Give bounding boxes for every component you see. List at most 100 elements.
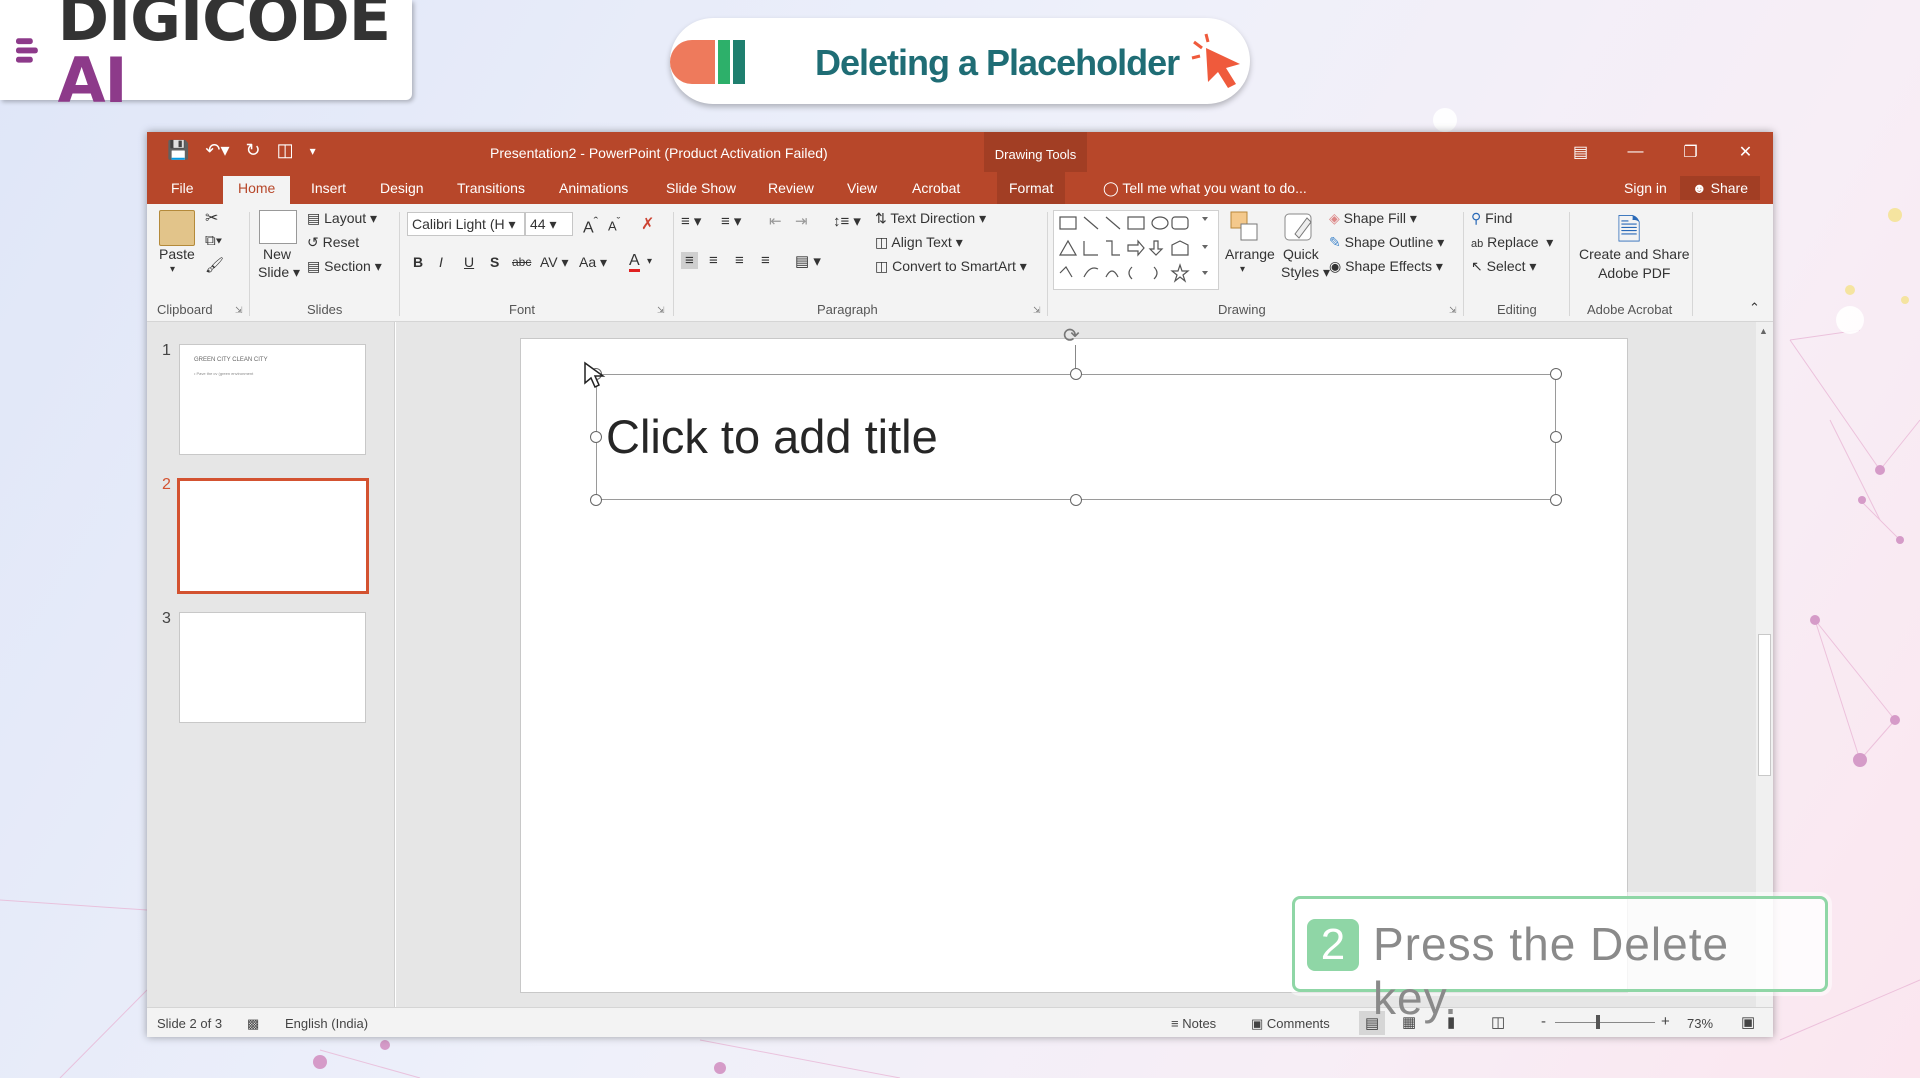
start-from-beginning-icon[interactable]: ◫: [277, 140, 294, 161]
reset-button[interactable]: ↺ Reset: [307, 234, 359, 251]
save-icon[interactable]: 💾: [167, 140, 189, 161]
shape-effects-button[interactable]: ◉ Shape Effects ▾: [1329, 258, 1443, 275]
underline-button[interactable]: U: [464, 254, 474, 270]
spell-check-icon[interactable]: ▩: [247, 1016, 259, 1032]
title-placeholder[interactable]: Click to add title ⟳: [590, 325, 1562, 506]
shadow-button[interactable]: S: [490, 254, 499, 270]
resize-handle-bottom-right[interactable]: [1550, 494, 1562, 506]
layout-button[interactable]: ▤ Layout ▾: [307, 210, 377, 227]
numbering-icon[interactable]: ≡ ▾: [721, 212, 741, 230]
italic-button[interactable]: I: [439, 254, 443, 270]
restore-icon[interactable]: ❐: [1663, 132, 1718, 172]
arrange-icon[interactable]: [1229, 210, 1261, 244]
copy-icon[interactable]: ⧉▾: [205, 232, 222, 249]
align-center-icon[interactable]: ≡: [709, 252, 718, 269]
minimize-icon[interactable]: —: [1608, 132, 1663, 172]
tab-transitions[interactable]: Transitions: [457, 180, 525, 196]
redo-icon[interactable]: ↻: [246, 140, 261, 161]
paragraph-launcher-icon[interactable]: ⇲: [1033, 305, 1041, 316]
share-button[interactable]: ☻ Share: [1680, 176, 1760, 200]
sign-in-link[interactable]: Sign in: [1624, 180, 1667, 196]
section-button[interactable]: ▤ Section ▾: [307, 258, 382, 275]
tab-format[interactable]: Format: [997, 172, 1066, 204]
tab-slide-show[interactable]: Slide Show: [666, 180, 736, 196]
tab-insert[interactable]: Insert: [311, 180, 346, 196]
grow-font-button[interactable]: Aˆ: [583, 214, 598, 237]
clear-formatting-icon[interactable]: ✗: [641, 214, 654, 234]
find-button[interactable]: ⚲ Find: [1471, 210, 1512, 227]
font-color-dropdown-icon[interactable]: ▾: [647, 256, 652, 267]
character-spacing-button[interactable]: AV ▾: [540, 254, 569, 271]
close-icon[interactable]: ✕: [1718, 132, 1773, 172]
tab-file[interactable]: File: [171, 180, 194, 196]
paste-dropdown-icon[interactable]: ▾: [170, 264, 175, 275]
columns-icon[interactable]: ▤ ▾: [795, 252, 821, 270]
tab-home[interactable]: Home: [223, 176, 291, 204]
shape-fill-button[interactable]: ◈ Shape Fill ▾: [1329, 210, 1417, 227]
arrange-button[interactable]: Arrange: [1225, 246, 1275, 262]
resize-handle-bottom[interactable]: [1070, 494, 1082, 506]
scroll-up-icon[interactable]: ▲: [1759, 326, 1768, 336]
current-slide[interactable]: Click to add title ⟳: [520, 325, 1628, 993]
drawing-launcher-icon[interactable]: ⇲: [1449, 305, 1457, 316]
new-slide-button[interactable]: Slide ▾: [258, 264, 300, 281]
increase-indent-icon[interactable]: ⇥: [795, 212, 808, 230]
tab-review[interactable]: Review: [768, 180, 814, 196]
quick-styles-button[interactable]: Styles ▾: [1281, 264, 1330, 281]
tab-design[interactable]: Design: [380, 180, 424, 196]
justify-icon[interactable]: ≡: [761, 252, 770, 269]
resize-handle-right[interactable]: [1550, 431, 1562, 443]
bold-button[interactable]: B: [413, 254, 423, 270]
quick-styles-icon[interactable]: [1281, 210, 1317, 244]
shape-outline-button[interactable]: ✎ Shape Outline ▾: [1329, 234, 1444, 251]
clipboard-launcher-icon[interactable]: ⇲: [235, 305, 243, 316]
select-button[interactable]: ↖ Select ▾: [1471, 258, 1536, 275]
paste-icon[interactable]: [159, 210, 195, 246]
shapes-gallery[interactable]: [1053, 210, 1219, 290]
strikethrough-button[interactable]: abc: [512, 255, 531, 269]
text-direction-button[interactable]: ⇅ Text Direction ▾: [875, 210, 986, 227]
slide-thumbnail-2[interactable]: [177, 478, 369, 594]
ribbon-display-options-icon[interactable]: ▤: [1553, 132, 1608, 172]
replace-button[interactable]: ab Replace ▾: [1471, 234, 1553, 251]
tab-acrobat[interactable]: Acrobat: [912, 180, 960, 196]
resize-handle-top[interactable]: [1070, 368, 1082, 380]
align-right-icon[interactable]: ≡: [735, 252, 744, 269]
tab-animations[interactable]: Animations: [559, 180, 628, 196]
quick-styles-label-1[interactable]: Quick: [1283, 246, 1319, 262]
decrease-indent-icon[interactable]: ⇤: [769, 212, 782, 230]
new-slide-icon[interactable]: [259, 210, 297, 244]
customize-qat-icon[interactable]: ▾: [310, 144, 316, 158]
tab-view[interactable]: View: [847, 180, 877, 196]
font-size-combo[interactable]: 44 ▾: [525, 212, 573, 236]
cut-icon[interactable]: ✂: [205, 208, 218, 228]
undo-icon[interactable]: ↶▾: [205, 140, 229, 161]
font-color-button[interactable]: A: [629, 252, 640, 272]
language-indicator[interactable]: English (India): [285, 1016, 368, 1031]
convert-smartart-button[interactable]: ◫ Convert to SmartArt ▾: [875, 258, 1027, 275]
arrange-dropdown-icon[interactable]: ▾: [1240, 264, 1245, 275]
paste-button[interactable]: Paste: [159, 246, 195, 262]
slide-thumbnail-3[interactable]: [179, 612, 366, 723]
line-spacing-icon[interactable]: ↕≡ ▾: [833, 212, 861, 230]
resize-handle-bottom-left[interactable]: [590, 494, 602, 506]
rotation-handle-icon[interactable]: ⟳: [1063, 323, 1080, 348]
tell-me-box[interactable]: ◯ Tell me what you want to do...: [1103, 180, 1307, 197]
new-slide-label-1[interactable]: New: [263, 246, 291, 262]
font-name-combo[interactable]: Calibri Light (H ▾: [407, 212, 525, 236]
change-case-button[interactable]: Aa ▾: [579, 254, 607, 271]
shrink-font-button[interactable]: Aˇ: [608, 216, 620, 233]
resize-handle-left[interactable]: [590, 431, 602, 443]
bullets-icon[interactable]: ≡ ▾: [681, 212, 701, 230]
comments-button[interactable]: ▣ Comments: [1251, 1016, 1330, 1032]
align-text-button[interactable]: ◫ Align Text ▾: [875, 234, 963, 251]
format-painter-icon[interactable]: 🖌: [205, 256, 224, 274]
font-launcher-icon[interactable]: ⇲: [657, 305, 665, 316]
notes-button[interactable]: ≡ Notes: [1171, 1016, 1216, 1031]
create-share-pdf-button[interactable]: Create and Share Adobe PDF: [1579, 246, 1690, 281]
resize-handle-top-right[interactable]: [1550, 368, 1562, 380]
scrollbar-thumb[interactable]: [1758, 634, 1771, 776]
collapse-ribbon-icon[interactable]: ⌃: [1749, 300, 1760, 316]
slide-thumbnail-1[interactable]: GREEN CITY CLEAN CITY • Pave the cv (gre…: [179, 344, 366, 455]
align-left-icon[interactable]: ≡: [681, 252, 698, 269]
